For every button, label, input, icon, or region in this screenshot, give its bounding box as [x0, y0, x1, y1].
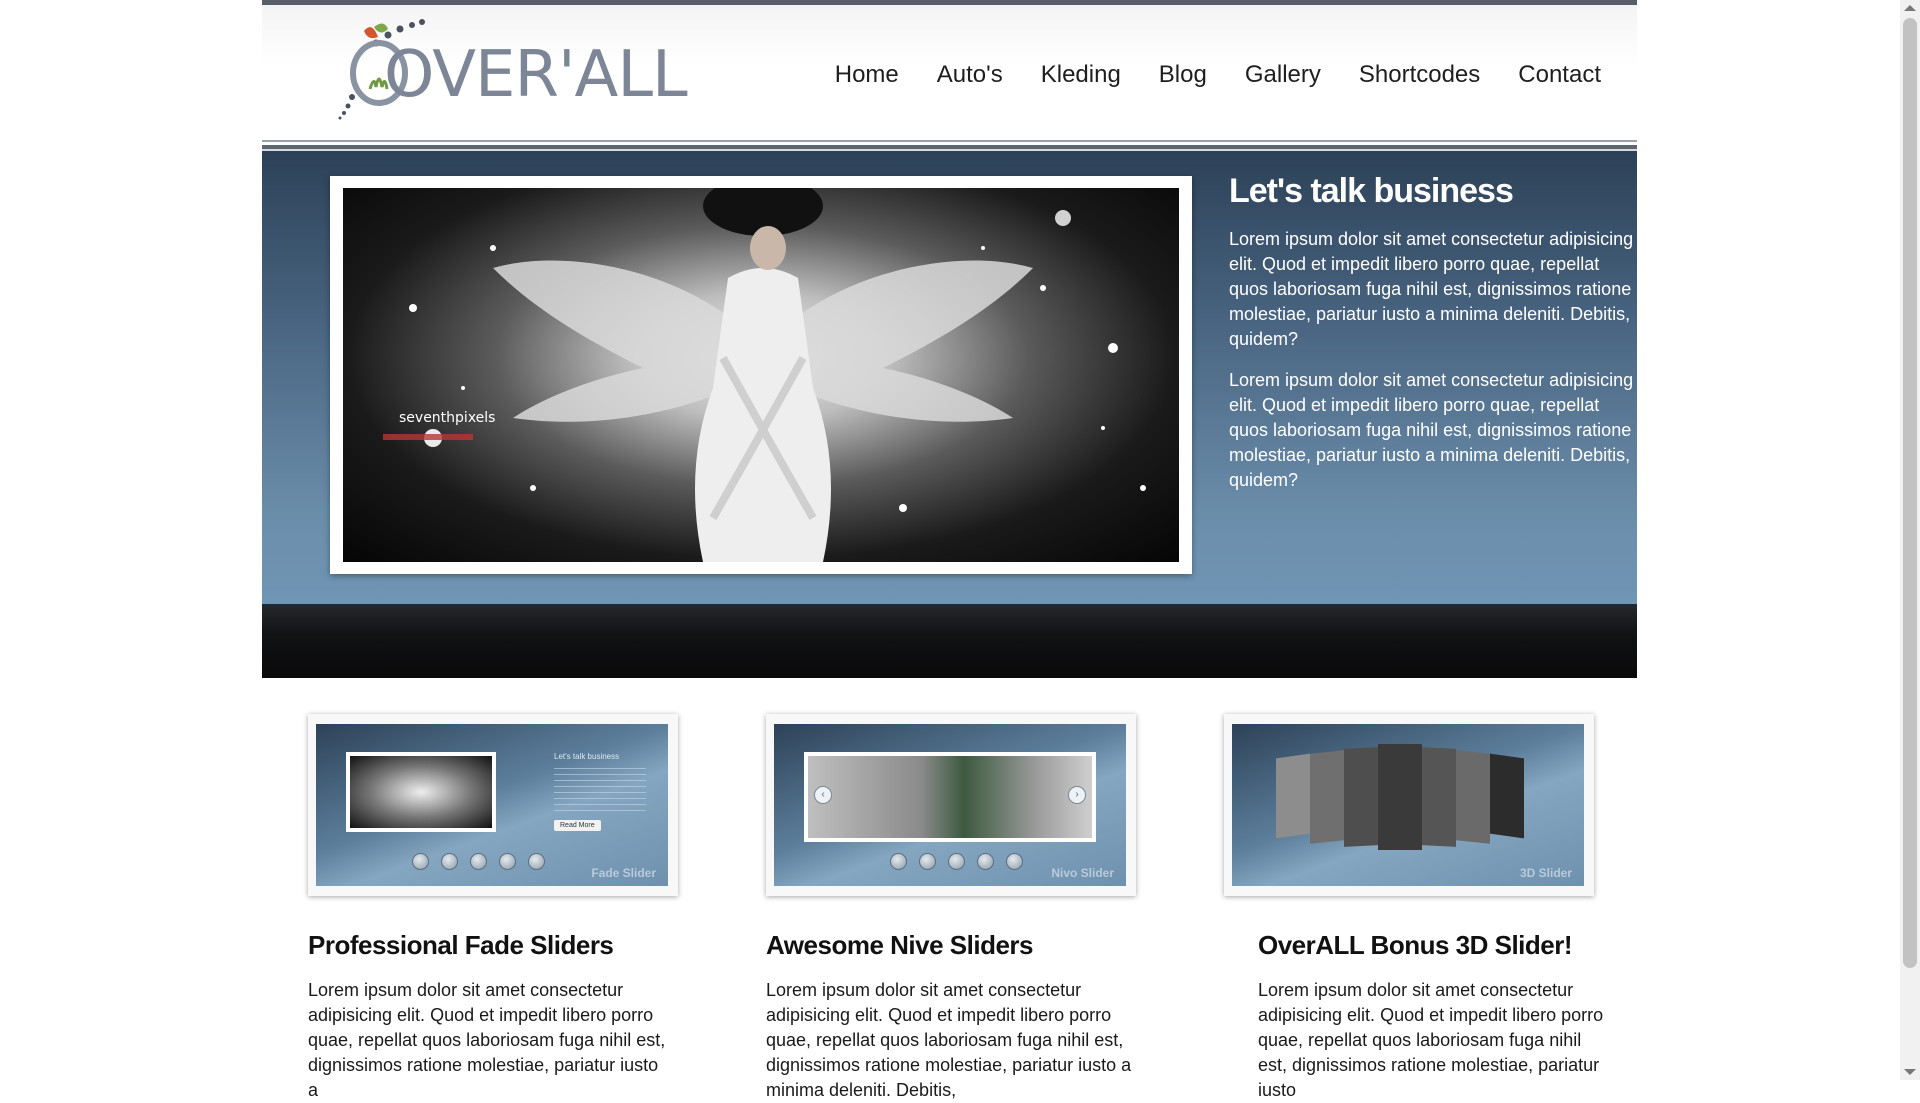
feature-title: OverALL Bonus 3D Slider! — [1258, 930, 1573, 960]
nivo-slider-thumbnail: ‹ › Nivo Slider — [774, 724, 1126, 886]
header-divider — [262, 140, 1637, 154]
feature-thumbnail-frame[interactable]: ‹ › Nivo Slider — [766, 714, 1136, 896]
nav-kleding[interactable]: Kleding — [1041, 61, 1121, 89]
nav-autos[interactable]: Auto's — [937, 61, 1003, 89]
3d-slider-thumbnail: 3D Slider — [1232, 724, 1584, 886]
hero-image[interactable]: seventhpixels — [343, 188, 1179, 562]
slider-pagination-dots — [412, 853, 545, 870]
feature-title: Professional Fade Sliders — [308, 930, 614, 960]
thumb-caption: Fade Slider — [591, 866, 656, 880]
thumb-3d-panels — [1276, 744, 1536, 854]
scroll-down-icon[interactable] — [1904, 1069, 1916, 1075]
feature-text: Lorem ipsum dolor sit amet consectetur a… — [766, 980, 1132, 1100]
hero-watermark: seventhpixels — [399, 410, 495, 426]
main-nav: Home Auto's Kleding Blog Gallery Shortco… — [797, 61, 1601, 89]
thumb-caption: Nivo Slider — [1051, 866, 1114, 880]
thumb-read-more-button: Read More — [554, 820, 601, 831]
hero-content: Let's talk business Lorem ipsum dolor si… — [1229, 172, 1634, 509]
nav-blog[interactable]: Blog — [1159, 61, 1207, 89]
nav-home[interactable]: Home — [835, 61, 899, 89]
feature-title: Awesome Nive Sliders — [766, 930, 1034, 960]
scroll-up-icon[interactable] — [1904, 5, 1916, 11]
thumb-next-arrow-icon: › — [1068, 786, 1086, 804]
nav-shortcodes[interactable]: Shortcodes — [1359, 61, 1480, 89]
hero-paragraph-1: Lorem ipsum dolor sit amet consectetur a… — [1229, 229, 1634, 349]
scrollbar-thumb[interactable] — [1903, 18, 1917, 968]
logo-text: OVER'ALL — [384, 38, 688, 112]
feature-thumbnail-frame[interactable]: Let's talk business Read More Fade Slide… — [308, 714, 678, 896]
thumb-preview-heading: Let's talk business — [554, 752, 620, 761]
hero-title: Let's talk business — [1229, 172, 1514, 210]
angel-figure-image: seventhpixels — [383, 188, 1146, 562]
slider-pagination-dots — [890, 853, 1023, 870]
hero-image-frame: seventhpixels — [330, 176, 1192, 574]
vertical-scrollbar[interactable] — [1900, 0, 1920, 1080]
feature-thumbnail-frame[interactable]: 3D Slider — [1224, 714, 1594, 896]
nav-gallery[interactable]: Gallery — [1245, 61, 1321, 89]
thumb-prev-arrow-icon: ‹ — [814, 786, 832, 804]
page: OVER'ALL Home Auto's Kleding Blog Galler… — [262, 0, 1637, 1100]
nav-contact[interactable]: Contact — [1518, 61, 1601, 89]
site-logo[interactable]: OVER'ALL — [334, 17, 688, 129]
slider-footer-band — [262, 604, 1637, 678]
thumb-image-frame — [346, 752, 496, 832]
feature-text: Lorem ipsum dolor sit amet consectetur a… — [1258, 980, 1604, 1100]
thumb-image-frame: ‹ › — [804, 752, 1096, 842]
feature-text: Lorem ipsum dolor sit amet consectetur a… — [308, 980, 666, 1100]
fade-slider-thumbnail: Let's talk business Read More Fade Slide… — [316, 724, 668, 886]
hero-paragraph-2: Lorem ipsum dolor sit amet consectetur a… — [1229, 370, 1634, 490]
hero-slider: seventhpixels Let's talk business Lorem … — [262, 154, 1637, 604]
site-header: OVER'ALL Home Auto's Kleding Blog Galler… — [262, 0, 1637, 140]
thumb-caption: 3D Slider — [1519, 866, 1572, 880]
